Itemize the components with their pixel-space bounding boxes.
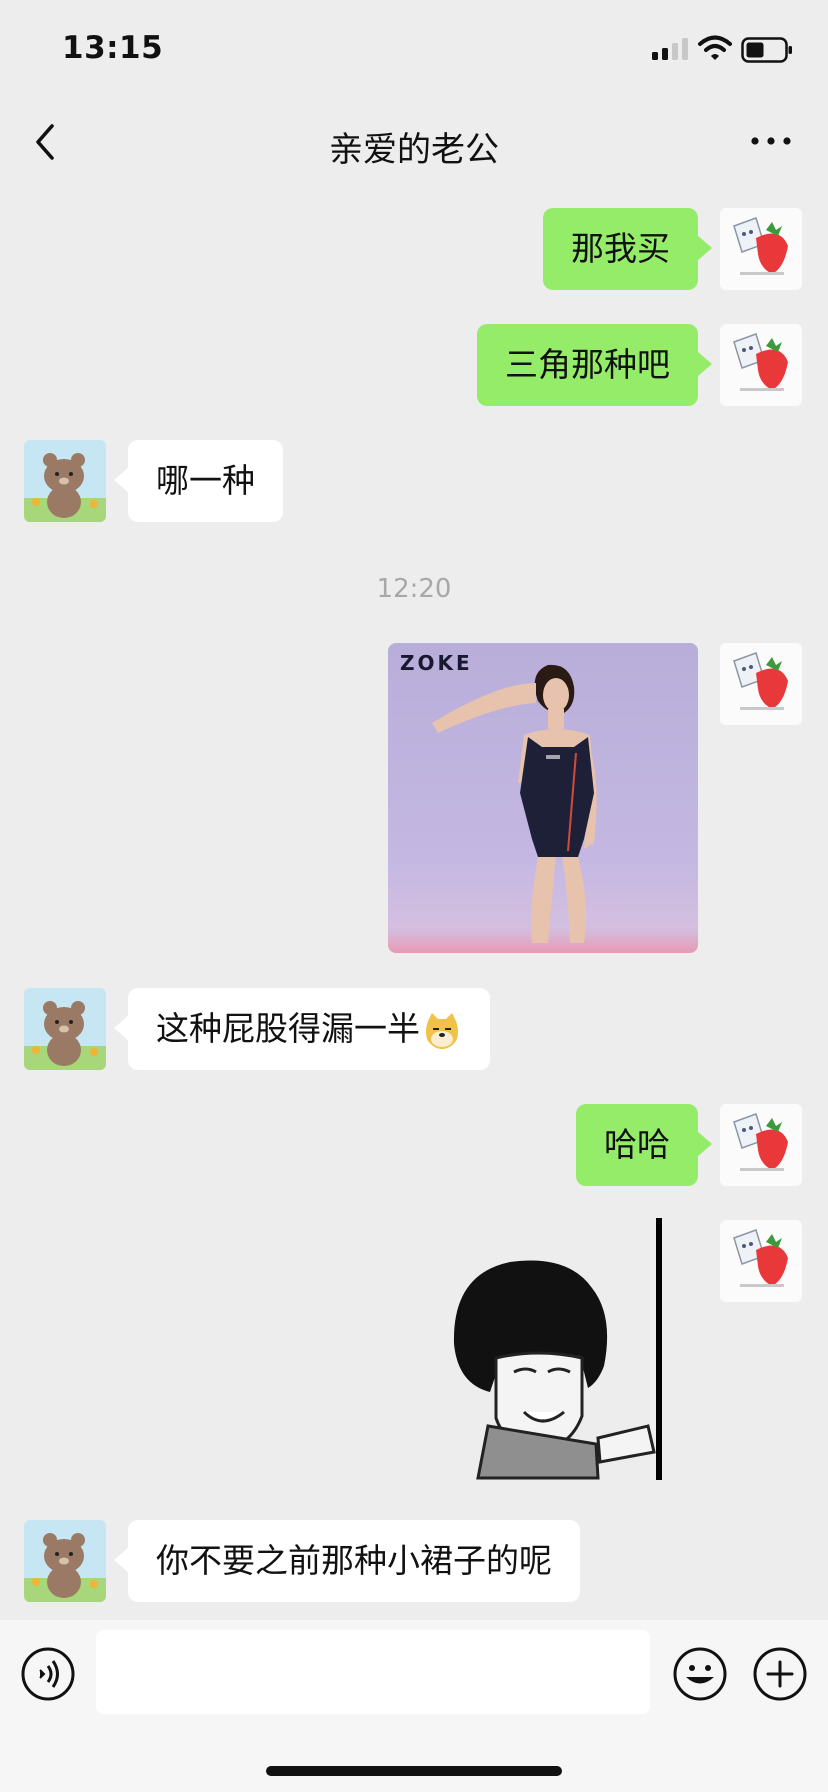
sticker-message[interactable] — [448, 1216, 670, 1484]
message-bubble[interactable]: 这种屁股得漏一半 — [114, 988, 490, 1070]
voice-icon[interactable] — [20, 1646, 76, 1702]
doge-emoji-icon — [426, 1012, 458, 1049]
my-avatar[interactable] — [720, 643, 802, 725]
my-avatar[interactable] — [720, 1220, 802, 1302]
wifi-icon — [698, 35, 732, 60]
message-bubble[interactable]: 那我买 — [543, 208, 712, 290]
more-icon[interactable] — [748, 126, 794, 156]
bear-avatar-image — [24, 440, 106, 522]
contact-avatar[interactable] — [24, 1520, 106, 1602]
bear-avatar-image — [24, 988, 106, 1070]
message-bubble[interactable]: 哈哈 — [576, 1104, 712, 1186]
bear-avatar-image — [24, 1520, 106, 1602]
home-indicator — [266, 1766, 562, 1776]
message-input[interactable] — [96, 1630, 650, 1714]
strawberry-avatar-image — [720, 324, 802, 406]
status-bar: 13:15 — [0, 0, 828, 100]
signal-icon — [652, 38, 688, 60]
swimsuit-photo — [432, 664, 597, 943]
message-timestamp: 12:20 — [376, 574, 452, 604]
my-avatar[interactable] — [720, 1104, 802, 1186]
my-avatar[interactable] — [720, 208, 802, 290]
message-bubble[interactable]: 三角那种吧 — [477, 324, 712, 406]
message-bubble[interactable]: 你不要之前那种小裙子的呢 — [114, 1520, 580, 1602]
status-time: 13:15 — [62, 30, 164, 66]
plus-icon[interactable] — [752, 1646, 808, 1702]
strawberry-avatar-image — [720, 643, 802, 725]
input-bar — [0, 1620, 828, 1792]
strawberry-avatar-image — [720, 1220, 802, 1302]
message-text: 这种屁股得漏一半 — [156, 1009, 420, 1048]
contact-avatar[interactable] — [24, 988, 106, 1070]
contact-avatar[interactable] — [24, 440, 106, 522]
battery-icon — [741, 37, 792, 63]
mushroom-head-sticker — [453, 1218, 662, 1480]
nav-bar: 亲爱的老公 — [0, 100, 828, 184]
chat-title: 亲爱的老公 — [329, 130, 499, 170]
strawberry-avatar-image — [720, 208, 802, 290]
strawberry-avatar-image — [720, 1104, 802, 1186]
emoji-icon[interactable] — [672, 1646, 728, 1702]
my-avatar[interactable] — [720, 324, 802, 406]
photo-brand-text: ZOKE — [400, 651, 473, 675]
message-bubble[interactable]: 哪一种 — [114, 440, 283, 522]
photo-message[interactable]: ZOKE — [388, 643, 698, 953]
